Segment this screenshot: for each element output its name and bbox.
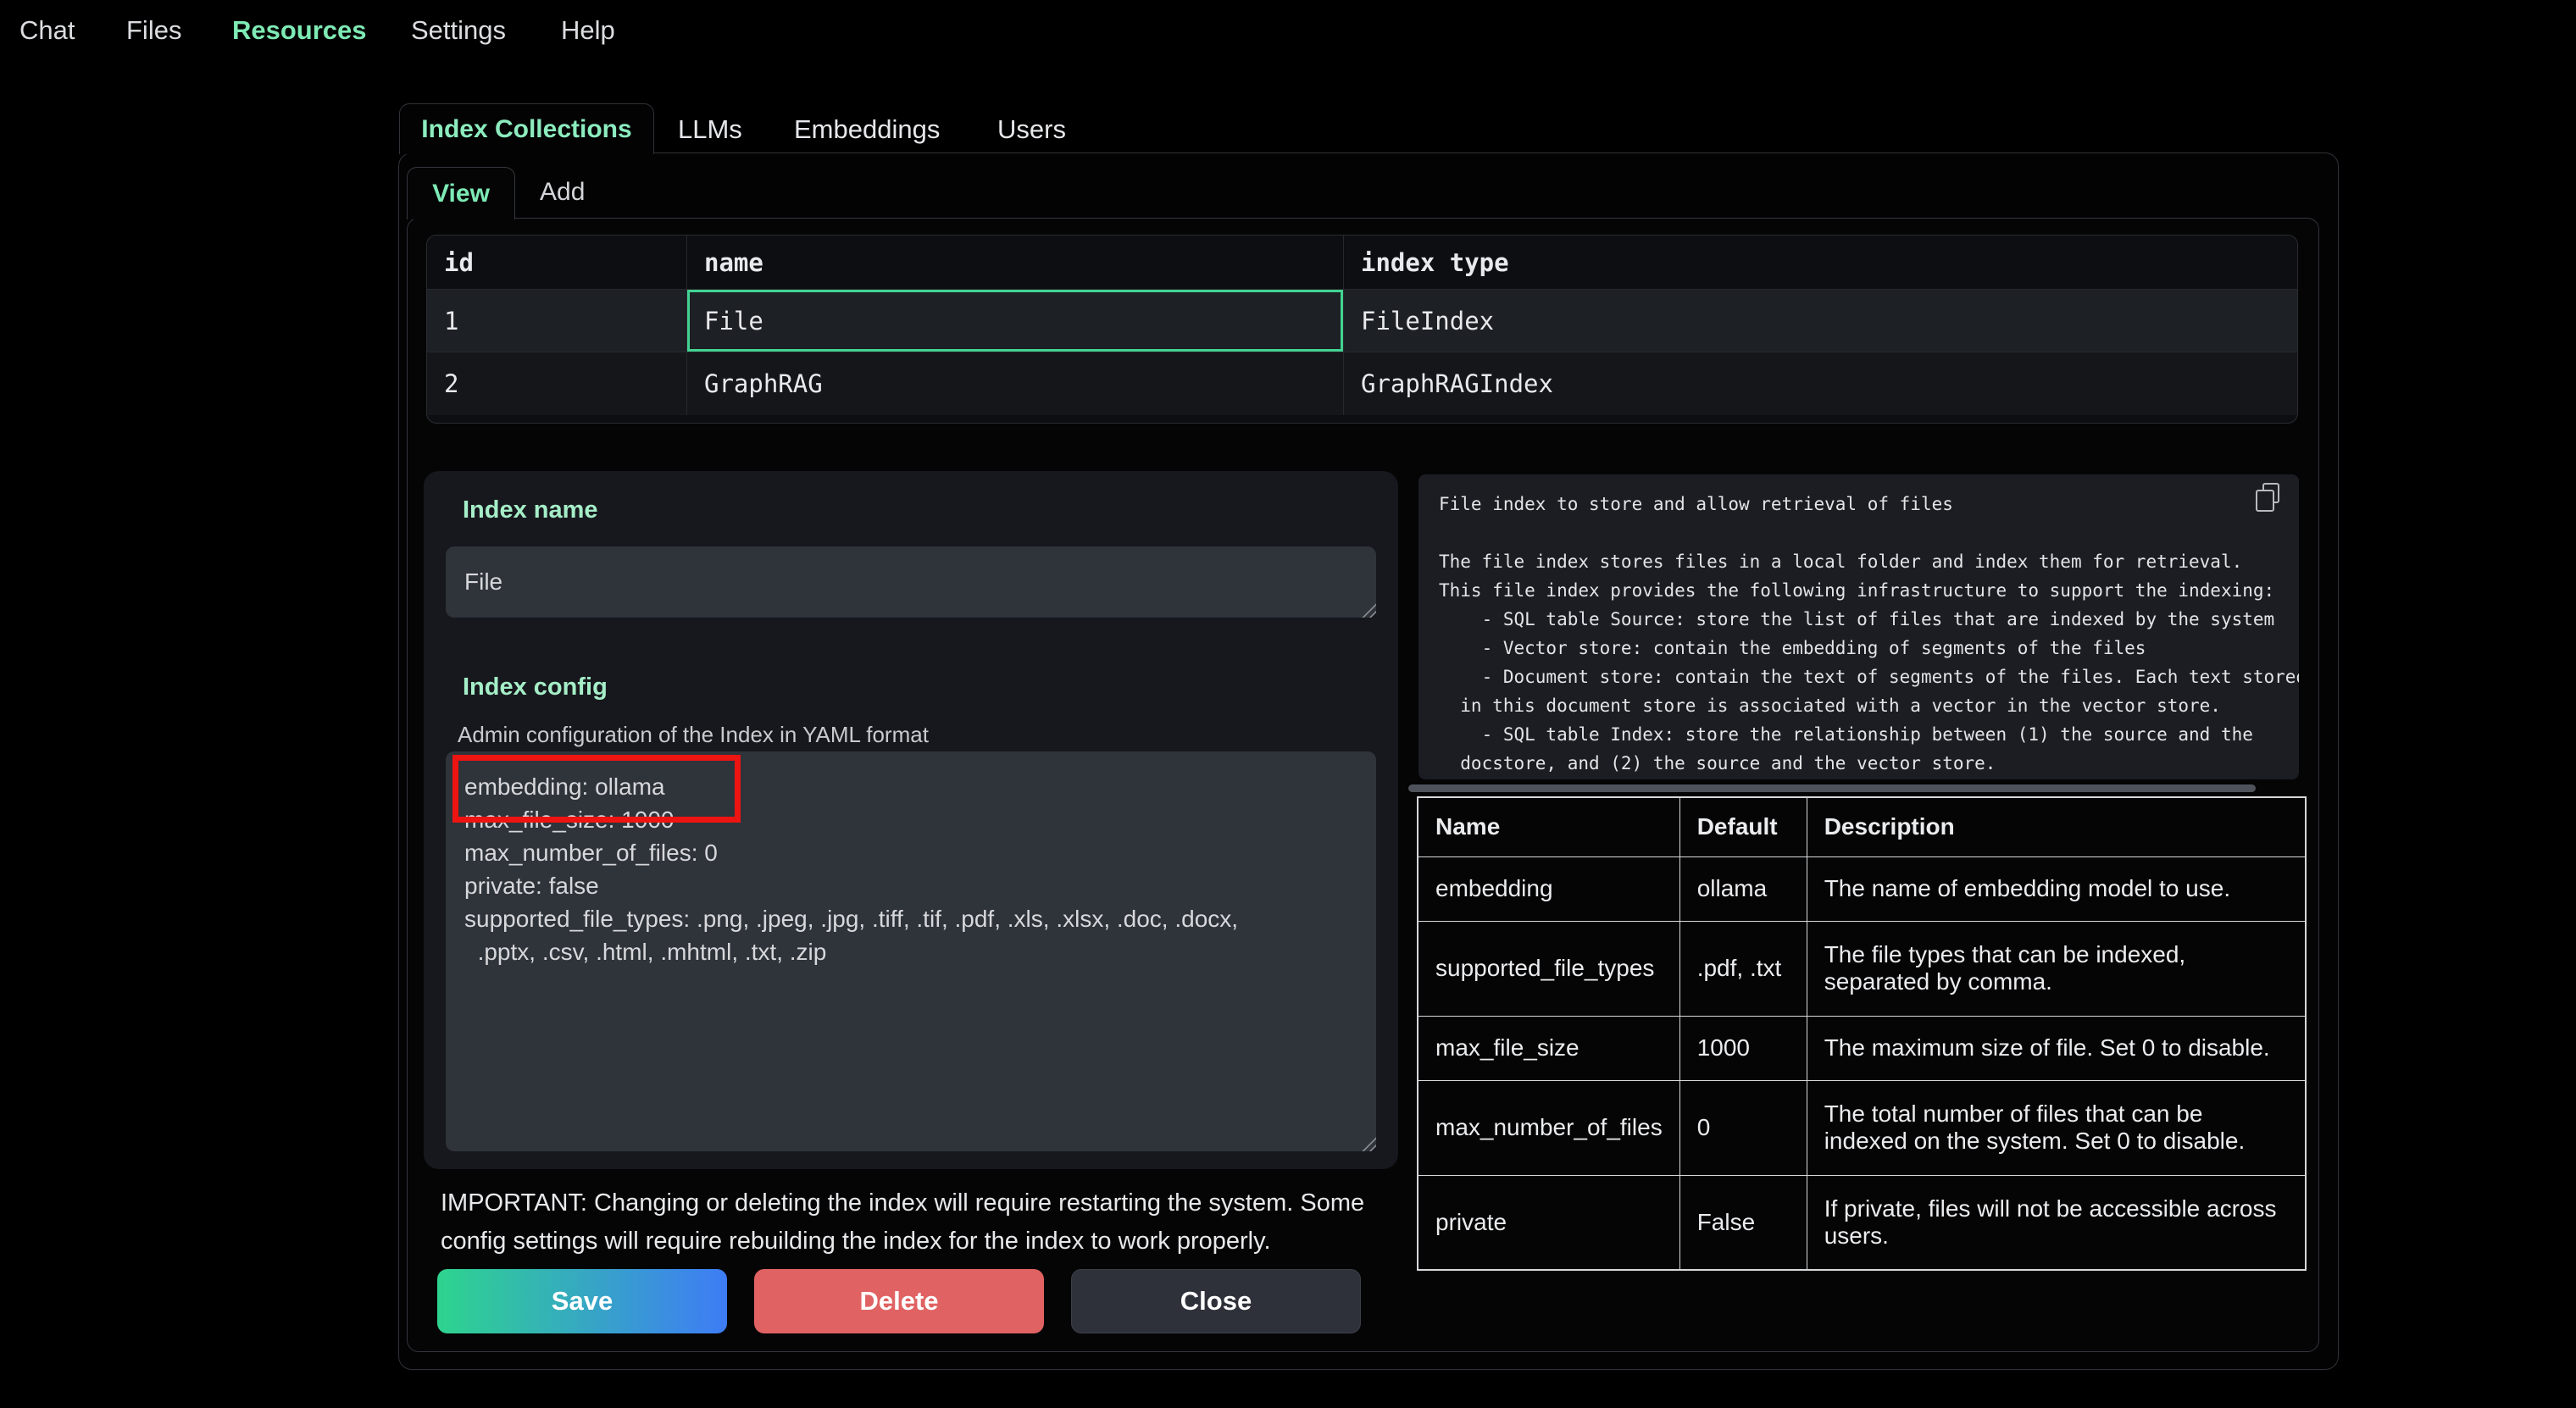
param-name: embedding: [1418, 856, 1679, 921]
params-header-row: Name Default Description: [1418, 797, 2306, 856]
save-button[interactable]: Save: [437, 1269, 727, 1333]
params-header-name: Name: [1418, 797, 1679, 856]
tab-llms[interactable]: LLMs: [678, 114, 742, 145]
nav-help[interactable]: Help: [561, 15, 615, 46]
param-default: 0: [1679, 1080, 1807, 1175]
param-description: The total number of files that can be in…: [1807, 1080, 2306, 1175]
index-form-card: Index name File Index config Admin confi…: [424, 471, 1398, 1169]
tab-index-collections[interactable]: Index Collections: [399, 103, 654, 154]
copy-icon[interactable]: [2256, 483, 2285, 513]
subtab-add[interactable]: Add: [540, 178, 585, 207]
params-row: supported_file_types .pdf, .txt The file…: [1418, 921, 2306, 1016]
index-config-textarea[interactable]: embedding: ollama max_file_size: 1000 ma…: [446, 751, 1376, 1151]
copy-icon-front-square: [2256, 490, 2274, 512]
index-collections-table: id name index type 1 File FileIndex 2 Gr…: [426, 235, 2298, 424]
params-header-description: Description: [1807, 797, 2306, 856]
nav-settings[interactable]: Settings: [411, 15, 506, 46]
param-name: supported_file_types: [1418, 921, 1679, 1016]
index-name-label: Index name: [463, 496, 598, 524]
col-header-index-type: index type: [1344, 236, 2297, 289]
params-row: max_file_size 1000 The maximum size of f…: [1418, 1016, 2306, 1080]
index-config-label: Index config: [463, 674, 608, 701]
param-name: max_file_size: [1418, 1016, 1679, 1080]
index-params-table: Name Default Description embedding ollam…: [1417, 796, 2307, 1271]
index-name-input[interactable]: File: [446, 546, 1376, 618]
cell-id[interactable]: 2: [427, 352, 687, 415]
param-description: The file types that can be indexed, sepa…: [1807, 921, 2306, 1016]
params-header-default: Default: [1679, 797, 1807, 856]
col-header-name: name: [687, 236, 1344, 289]
cell-name-selected[interactable]: File: [687, 290, 1344, 352]
important-note: IMPORTANT: Changing or deleting the inde…: [441, 1184, 1424, 1261]
tab-users[interactable]: Users: [997, 114, 1066, 145]
param-description: If private, files will not be accessible…: [1807, 1175, 2306, 1270]
subtab-view[interactable]: View: [407, 167, 515, 219]
param-default: False: [1679, 1175, 1807, 1270]
param-default: ollama: [1679, 856, 1807, 921]
horizontal-scrollbar-thumb[interactable]: [1408, 784, 2256, 792]
params-row: private False If private, files will not…: [1418, 1175, 2306, 1270]
cell-index-type[interactable]: GraphRAGIndex: [1344, 352, 2297, 415]
param-name: private: [1418, 1175, 1679, 1270]
tab-embeddings[interactable]: Embeddings: [794, 114, 940, 145]
cell-id[interactable]: 1: [427, 290, 687, 352]
index-config-help: Admin configuration of the Index in YAML…: [458, 722, 929, 748]
table-row: 1 File FileIndex: [427, 290, 2297, 352]
close-button[interactable]: Close: [1071, 1269, 1361, 1333]
cell-name[interactable]: GraphRAG: [687, 352, 1344, 415]
param-default: 1000: [1679, 1016, 1807, 1080]
param-default: .pdf, .txt: [1679, 921, 1807, 1016]
param-name: max_number_of_files: [1418, 1080, 1679, 1175]
param-description: The name of embedding model to use.: [1807, 856, 2306, 921]
param-description: The maximum size of file. Set 0 to disab…: [1807, 1016, 2306, 1080]
index-description-code-block: File index to store and allow retrieval …: [1418, 474, 2299, 779]
delete-button[interactable]: Delete: [754, 1269, 1044, 1333]
col-header-id: id: [427, 236, 687, 289]
params-row: embedding ollama The name of embedding m…: [1418, 856, 2306, 921]
nav-chat[interactable]: Chat: [19, 15, 75, 46]
cell-index-type[interactable]: FileIndex: [1344, 290, 2297, 352]
params-row: max_number_of_files 0 The total number o…: [1418, 1080, 2306, 1175]
table-header-row: id name index type: [427, 236, 2297, 290]
nav-files[interactable]: Files: [126, 15, 181, 46]
table-row: 2 GraphRAG GraphRAGIndex: [427, 352, 2297, 415]
nav-resources[interactable]: Resources: [232, 15, 367, 46]
